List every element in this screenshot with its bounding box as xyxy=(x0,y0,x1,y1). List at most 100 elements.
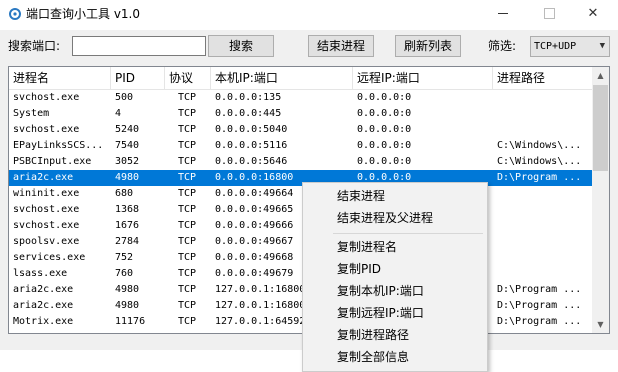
maximize-icon xyxy=(543,8,555,19)
refresh-list-button[interactable]: 刷新列表 xyxy=(395,35,461,57)
cell-path: C:\Windows\... xyxy=(497,140,582,151)
cell-pid: 1676 xyxy=(115,220,140,231)
cell-path: D:\Program ... xyxy=(497,284,582,295)
cell-name: PSBCInput.exe xyxy=(13,156,92,167)
cell-name: wininit.exe xyxy=(13,188,80,199)
cell-pid: 2784 xyxy=(115,236,140,247)
table-row[interactable]: svchost.exe 1676 TCP 0.0.0.0:49666 xyxy=(9,218,592,234)
menu-item-copy-pid[interactable]: 复制PID xyxy=(337,260,485,278)
cell-protocol: TCP xyxy=(177,172,197,183)
cell-path xyxy=(493,90,589,106)
cell-pid: 5240 xyxy=(115,124,140,135)
cell-remote: 0.0.0.0:0 xyxy=(357,124,412,135)
menu-separator xyxy=(333,233,483,234)
menu-item-copy-local[interactable]: 复制本机IP:端口 xyxy=(337,282,485,300)
table-row[interactable]: System 4 TCP 0.0.0.0:445 0.0.0.0:0 xyxy=(9,106,592,122)
table-row-selected[interactable]: aria2c.exe 4980 TCP 0.0.0.0:16800 0.0.0.0:0 D… xyxy=(9,170,592,186)
list-header: 进程名 PID 协议 本机IP:端口 远程IP:端口 进程路径 xyxy=(9,67,592,90)
context-menu: 结束进程 结束进程及父进程 复制进程名 复制PID 复制本机IP:端口 复制远程… xyxy=(302,182,488,372)
close-button[interactable]: ✕ xyxy=(578,4,608,24)
cell-path: D:\Program ... xyxy=(497,172,582,183)
table-row[interactable]: lsass.exe 760 TCP 0.0.0.0:49679 xyxy=(9,266,592,282)
cell-remote: 0.0.0.0:0 xyxy=(357,108,412,119)
cell-protocol: TCP xyxy=(177,300,197,311)
scroll-up-icon[interactable]: ▲ xyxy=(592,67,609,84)
column-header-protocol[interactable]: 协议 xyxy=(165,67,211,89)
cell-name: svchost.exe xyxy=(13,204,80,215)
list-rows: svchost.exe 500 TCP 0.0.0.0:135 0.0.0.0:0 Sys… xyxy=(9,90,592,330)
filter-label: 筛选: xyxy=(488,39,517,53)
column-header-remote[interactable]: 远程IP:端口 xyxy=(353,67,493,89)
table-row[interactable]: wininit.exe 680 TCP 0.0.0.0:49664 xyxy=(9,186,592,202)
search-input[interactable] xyxy=(72,36,206,56)
chevron-down-icon: ▼ xyxy=(599,41,605,51)
cell-protocol: TCP xyxy=(177,236,197,247)
menu-item-copy-all[interactable]: 复制全部信息 xyxy=(337,348,485,366)
column-header-pid[interactable]: PID xyxy=(111,67,165,89)
table-row[interactable]: services.exe 752 TCP 0.0.0.0:49668 xyxy=(9,250,592,266)
cell-name: EPayLinksSCS... xyxy=(13,140,104,151)
menu-item-end-process-and-parent[interactable]: 结束进程及父进程 xyxy=(337,209,485,227)
cell-protocol: TCP xyxy=(177,268,197,279)
maximize-button[interactable] xyxy=(534,4,564,24)
cell-path xyxy=(493,202,589,218)
cell-local: 0.0.0.0:5040 xyxy=(215,124,288,135)
cell-pid: 752 xyxy=(115,252,134,263)
cell-name: aria2c.exe xyxy=(13,300,74,311)
table-row[interactable]: PSBCInput.exe 3052 TCP 0.0.0.0:5646 0.0.0.0:… xyxy=(9,154,592,170)
column-header-name[interactable]: 进程名 xyxy=(9,67,111,89)
filter-select[interactable]: TCP+UDP ▼ xyxy=(530,36,610,57)
table-row[interactable]: EPayLinksSCS... 7540 TCP 0.0.0.0:5116 0.0.0.… xyxy=(9,138,592,154)
filter-value: TCP+UDP xyxy=(534,41,577,52)
cell-remote: 0.0.0.0:0 xyxy=(357,156,412,167)
cell-name: Motrix.exe xyxy=(13,316,74,327)
cell-path xyxy=(493,186,589,202)
column-header-local[interactable]: 本机IP:端口 xyxy=(211,67,353,89)
cell-name: aria2c.exe xyxy=(13,172,74,183)
cell-pid: 760 xyxy=(115,268,134,279)
cell-path: C:\Windows\... xyxy=(497,156,582,167)
cell-name: System xyxy=(13,108,50,119)
cell-local: 0.0.0.0:5116 xyxy=(215,140,288,151)
table-row[interactable]: Motrix.exe 11176 TCP 127.0.0.1:64592 D:\Prog… xyxy=(9,314,592,330)
cell-name: spoolsv.exe xyxy=(13,236,80,247)
menu-item-end-process[interactable]: 结束进程 xyxy=(337,187,485,205)
cell-pid: 3052 xyxy=(115,156,140,167)
table-row[interactable]: svchost.exe 1368 TCP 0.0.0.0:49665 xyxy=(9,202,592,218)
cell-path xyxy=(493,250,589,266)
minimize-button[interactable] xyxy=(488,4,518,24)
scrollbar-thumb[interactable] xyxy=(593,85,608,171)
cell-name: svchost.exe xyxy=(13,124,80,135)
table-row[interactable]: spoolsv.exe 2784 TCP 0.0.0.0:49667 xyxy=(9,234,592,250)
cell-local: 0.0.0.0:5646 xyxy=(215,156,288,167)
table-row[interactable]: aria2c.exe 4980 TCP 127.0.0.1:16800 D:\Progr… xyxy=(9,282,592,298)
cell-path xyxy=(493,218,589,234)
cell-pid: 7540 xyxy=(115,140,140,151)
scroll-down-icon[interactable]: ▼ xyxy=(592,316,609,333)
column-header-path[interactable]: 进程路径 xyxy=(493,67,592,89)
menu-item-copy-name[interactable]: 复制进程名 xyxy=(337,238,485,256)
cell-protocol: TCP xyxy=(177,92,197,103)
cell-name: svchost.exe xyxy=(13,92,80,103)
search-button[interactable]: 搜索 xyxy=(208,35,274,57)
cell-remote: 0.0.0.0:0 xyxy=(357,140,412,151)
end-process-button[interactable]: 结束进程 xyxy=(308,35,374,57)
cell-path: D:\Program ... xyxy=(497,316,582,327)
cell-pid: 500 xyxy=(115,92,134,103)
menu-item-copy-remote[interactable]: 复制远程IP:端口 xyxy=(337,304,485,322)
cell-protocol: TCP xyxy=(177,252,197,263)
cell-path xyxy=(493,106,589,122)
cell-pid: 4980 xyxy=(115,284,140,295)
cell-name: aria2c.exe xyxy=(13,284,74,295)
table-row[interactable]: aria2c.exe 4980 TCP 127.0.0.1:16800 D:\Progr… xyxy=(9,298,592,314)
menu-item-copy-path[interactable]: 复制进程路径 xyxy=(337,326,485,344)
table-row[interactable]: svchost.exe 500 TCP 0.0.0.0:135 0.0.0.0:0 xyxy=(9,90,592,106)
vertical-scrollbar[interactable]: ▲ ▼ xyxy=(592,67,609,333)
minimize-icon xyxy=(498,13,508,14)
cell-pid: 4980 xyxy=(115,300,140,311)
cell-protocol: TCP xyxy=(177,188,197,199)
table-row[interactable]: svchost.exe 5240 TCP 0.0.0.0:5040 0.0.0.0:0 xyxy=(9,122,592,138)
cell-protocol: TCP xyxy=(177,204,197,215)
window-title: 端口查询小工具 v1.0 xyxy=(26,7,141,21)
cell-name: svchost.exe xyxy=(13,220,80,231)
